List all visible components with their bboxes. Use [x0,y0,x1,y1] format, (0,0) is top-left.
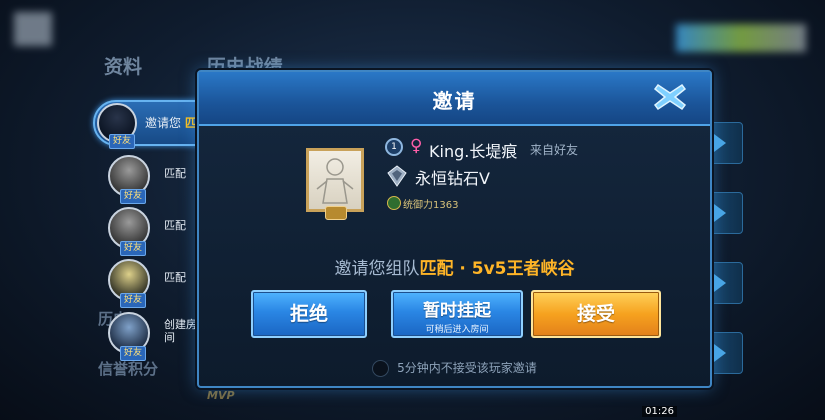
friend-item[interactable]: 好友 匹配 [104,259,204,308]
mute-checkbox[interactable] [372,360,390,377]
level-icon: 1 [385,138,403,156]
decline-label: 拒绝 [289,303,328,325]
hero-portrait-icon [316,158,354,204]
friend-badge: 好友 [120,241,147,256]
power-icon [387,196,401,210]
tab-profile[interactable]: 资料 [104,56,142,78]
friend-status: 匹配 [164,271,186,284]
friend-badge: 好友 [120,189,147,204]
bg-label-credit: 信誉积分 [98,360,159,378]
accept-button[interactable]: 接受 [531,290,661,338]
decline-button[interactable]: 拒绝 [251,290,367,338]
friend-item[interactable]: 好友 匹配 [104,207,204,256]
female-icon: ♀ [410,136,423,156]
close-x-icon [653,83,687,111]
friend-status: 匹配 [164,167,186,180]
invite-dialog: 邀请 1 ♀ King.长堤痕 来自好友 永恒钻石V 统御力1363 邀请您组队… [197,70,712,388]
invite-source: 来自好友 [530,143,579,157]
hold-label: 暂时挂起 [423,301,491,321]
power-value: 统御力1363 [403,200,459,211]
friend-status-text: 邀请您 [145,116,185,130]
mute-option[interactable]: 5分钟内不接受该玩家邀请 [199,359,710,377]
close-button[interactable] [652,80,688,114]
dialog-header: 邀请 [199,72,710,126]
friend-item[interactable]: 好友 创建房 间 [104,312,204,361]
invite-message-mode: 匹配 · 5v5王者峡谷 [419,259,575,279]
friend-badge: 好友 [120,293,147,308]
rank-name: 永恒钻石V [415,169,490,188]
rank-diamond-icon [387,165,407,187]
dialog-title: 邀请 [432,89,477,113]
friend-badge: 好友 [120,346,147,361]
invite-message-prefix: 邀请您组队 [334,259,420,279]
accept-label: 接受 [576,303,615,325]
mute-option-label: 5分钟内不接受该玩家邀请 [397,361,537,375]
video-timestamp: 01:26 [642,406,677,417]
portrait-frame-badge [325,206,347,220]
player-name: King.长堤痕 [429,142,518,161]
friend-status: 创建房 间 [164,318,197,344]
friend-badge: 好友 [109,134,136,149]
friend-status: 匹配 [164,219,186,232]
hold-button[interactable]: 暂时挂起 可稍后进入房间 [391,290,523,338]
mvp-label: MVP [207,389,235,402]
blurred-logo [14,12,52,46]
friend-item[interactable]: 好友 匹配 [104,155,204,204]
invite-message: 邀请您组队匹配 · 5v5王者峡谷 [199,254,710,279]
player-portrait [306,148,364,212]
hold-sublabel: 可稍后进入房间 [425,325,489,335]
blurred-watermark [676,24,806,52]
